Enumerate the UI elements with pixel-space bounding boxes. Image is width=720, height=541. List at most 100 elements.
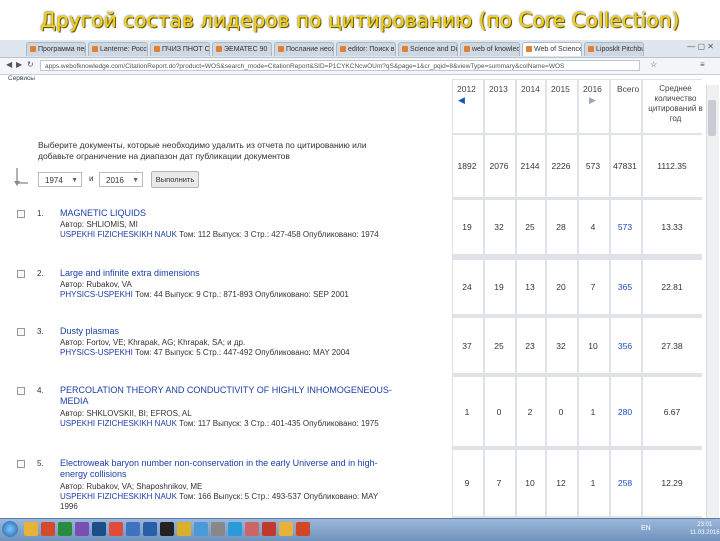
media-icon[interactable]	[75, 522, 89, 536]
citations-2013: 32	[494, 222, 504, 232]
header-year-2016[interactable]: 2016	[583, 84, 602, 94]
citations-2012: 1	[464, 406, 470, 417]
reload-icon[interactable]: ↻	[27, 60, 34, 69]
app-icon[interactable]	[126, 522, 140, 536]
year-to-select[interactable]: 2016 ▼	[99, 172, 143, 187]
ps-icon[interactable]	[92, 522, 106, 536]
browser-tab-label: Lanterne: Россия	[100, 46, 147, 53]
powerpoint-icon[interactable]	[296, 522, 310, 536]
record-title-link[interactable]: Electroweak baryon number non-conservati…	[60, 458, 400, 480]
browser-tab[interactable]: Программа пер	[26, 42, 86, 56]
citations-average: 27.38	[661, 340, 683, 351]
browser-tab-label: web of knowledge	[472, 46, 520, 53]
window-controls[interactable]: — ▢ ✕	[687, 42, 714, 51]
browser-tab[interactable]: Послание несобщ	[274, 42, 334, 56]
browser-tab-label: Программа пер	[38, 46, 86, 53]
record-journal-link[interactable]: USPEKHI FIZICHESKIKH NAUK	[60, 230, 177, 239]
slide-title: Другой состав лидеров по цитированию (по…	[40, 8, 680, 32]
address-input[interactable]: apps.webofknowledge.com/CitationReport.d…	[40, 60, 640, 71]
note-icon[interactable]	[177, 522, 191, 536]
menu-icon[interactable]: ≡	[700, 60, 705, 69]
scrollbar-thumb[interactable]	[708, 100, 716, 136]
citations-2014: 10	[525, 478, 535, 488]
record-checkbox[interactable]	[17, 210, 25, 218]
keyboard-language[interactable]: EN	[641, 525, 651, 532]
record-source: PHYSICS-USPEKHI Том: 47 Выпуск: 5 Стр.: …	[60, 348, 350, 357]
citations-2013: 7	[496, 478, 502, 488]
prev-years-icon[interactable]: ◀	[458, 95, 465, 106]
back-icon[interactable]: ◀	[6, 60, 12, 69]
browser-tab[interactable]: Lanterne: Россия	[88, 42, 148, 56]
bookmark-services[interactable]: Сервисы	[8, 75, 35, 82]
viewer-icon[interactable]	[194, 522, 208, 536]
header-average-per-year[interactable]: Среднее количество цитирований в год	[648, 84, 703, 124]
start-button[interactable]	[2, 521, 18, 537]
folder-icon[interactable]	[279, 522, 293, 536]
citations-2015: 28	[556, 222, 566, 232]
year-from-select[interactable]: 1974 ▼	[38, 172, 82, 187]
record-source: USPEKHI FIZICHESKIKH NAUK Том: 112 Выпус…	[60, 230, 379, 239]
folder-icon[interactable]	[24, 522, 38, 536]
excel-icon[interactable]	[58, 522, 72, 536]
browser-tab[interactable]: editor: Поиск в	[336, 42, 396, 56]
record-title-link[interactable]: MAGNETIC LIQUIDS	[60, 208, 400, 219]
paint-icon[interactable]	[41, 522, 55, 536]
browser-tab[interactable]: Science and Dipa	[398, 42, 458, 56]
header-year-2014[interactable]: 2014	[521, 84, 540, 94]
browser-tab[interactable]: Liposklt Pitchbuck	[584, 42, 644, 56]
word-icon[interactable]	[143, 522, 157, 536]
record-checkbox[interactable]	[17, 387, 25, 395]
record-number: 5.	[37, 459, 44, 468]
page-scrollbar[interactable]	[706, 85, 719, 518]
citations-2012: 24	[462, 282, 472, 292]
citations-total-link[interactable]: 356	[610, 341, 640, 351]
record-checkbox[interactable]	[17, 328, 25, 336]
record-authors: Автор: SHKLOVSKII, BI; EFROS, AL	[60, 409, 192, 418]
totals-cell: 47831	[613, 161, 637, 171]
totals-cell: 573	[585, 161, 601, 171]
record-number: 1.	[37, 209, 44, 218]
header-year-2013[interactable]: 2013	[489, 84, 508, 94]
citations-total-link[interactable]: 258	[610, 478, 640, 488]
header-year-2015[interactable]: 2015	[551, 84, 570, 94]
browser-tab-label: Science and Dipa	[410, 46, 458, 53]
app-icon[interactable]	[211, 522, 225, 536]
browser-tab[interactable]: web of knowledge	[460, 42, 520, 56]
record-title-link[interactable]: PERCOLATION THEORY AND CONDUCTIVITY OF H…	[60, 385, 400, 407]
citations-total-link[interactable]: 280	[610, 407, 640, 417]
record-journal-link[interactable]: USPEKHI FIZICHESKIKH NAUK	[60, 419, 177, 428]
record-title-link[interactable]: Dusty plasmas	[60, 326, 400, 337]
record-journal-link[interactable]: PHYSICS-USPEKHI	[60, 290, 133, 299]
record-title-link[interactable]: Large and infinite extra dimensions	[60, 268, 400, 279]
totals-cell: 1892	[457, 161, 477, 171]
record-checkbox[interactable]	[17, 460, 25, 468]
taskbar: EN 23:01 11.03.2016	[0, 518, 720, 541]
record-journal-link[interactable]: USPEKHI FIZICHESKIKH NAUK	[60, 492, 177, 501]
tool-icon[interactable]	[245, 522, 259, 536]
browser-tab[interactable]: ЭЕМАТЕС 90	[212, 42, 272, 56]
favicon-icon	[216, 46, 222, 53]
header-total[interactable]: Всего	[617, 84, 639, 94]
skype-icon[interactable]	[228, 522, 242, 536]
browser-tab[interactable]: ПЧИЗ ПНОТ С/4	[150, 42, 210, 56]
chrome-icon[interactable]	[109, 522, 123, 536]
forward-icon[interactable]: ▶	[16, 60, 22, 69]
favicon-icon	[154, 46, 160, 53]
record-journal-link[interactable]: PHYSICS-USPEKHI	[60, 348, 133, 357]
citations-total-link[interactable]: 573	[610, 222, 640, 232]
citations-2014: 13	[525, 282, 535, 292]
record-checkbox[interactable]	[17, 270, 25, 278]
instructions-text: Выберите документы, которые необходимо у…	[38, 140, 367, 161]
star-icon[interactable]: ☆	[650, 60, 657, 69]
terminal-icon[interactable]	[160, 522, 174, 536]
system-clock[interactable]: 23:01 11.03.2016	[690, 521, 720, 537]
citations-2016: 1	[590, 478, 596, 488]
browser-tab[interactable]: Web of Science	[522, 42, 582, 56]
header-year-2012[interactable]: 2012	[457, 84, 476, 94]
chevron-down-icon: ▼	[132, 177, 139, 184]
record-authors: Автор: SHLIOMIS, MI	[60, 220, 138, 229]
apply-button[interactable]: Выполнить	[151, 171, 199, 188]
totals-cell: 1112.35	[657, 161, 687, 171]
pdf-icon[interactable]	[262, 522, 276, 536]
citations-total-link[interactable]: 365	[610, 282, 640, 292]
